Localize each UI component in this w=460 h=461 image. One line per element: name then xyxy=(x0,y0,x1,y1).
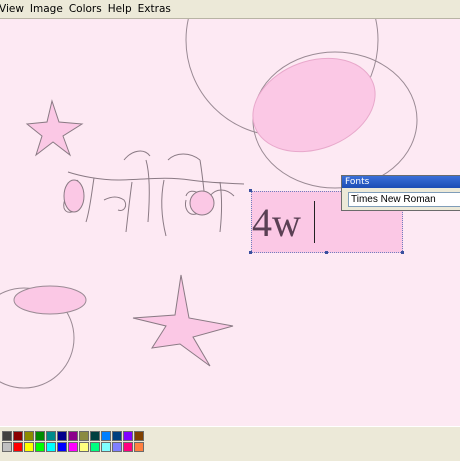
color-swatch[interactable] xyxy=(101,442,111,452)
color-palette xyxy=(0,426,460,461)
color-swatch[interactable] xyxy=(101,431,111,441)
color-swatch[interactable] xyxy=(46,431,56,441)
font-name-field[interactable]: Times New Roman xyxy=(348,192,460,207)
color-swatch[interactable] xyxy=(68,431,78,441)
color-swatch[interactable] xyxy=(90,431,100,441)
resize-handle-tl[interactable] xyxy=(249,189,252,192)
pink-ellipse-shape xyxy=(252,57,376,153)
color-swatch[interactable] xyxy=(79,442,89,452)
handwriting-strokes xyxy=(63,150,245,237)
color-swatch[interactable] xyxy=(79,431,89,441)
color-swatch[interactable] xyxy=(123,431,133,441)
color-swatch[interactable] xyxy=(68,442,78,452)
color-swatch[interactable] xyxy=(2,442,12,452)
resize-handle-br[interactable] xyxy=(401,251,404,254)
small-star-shape xyxy=(25,99,84,157)
color-swatch[interactable] xyxy=(2,431,12,441)
color-swatch[interactable] xyxy=(35,442,45,452)
menu-view[interactable]: View xyxy=(0,3,27,15)
menu-bar: View Image Colors Help Extras xyxy=(0,0,460,19)
color-swatch[interactable] xyxy=(24,431,34,441)
color-swatch[interactable] xyxy=(134,431,144,441)
color-swatch[interactable] xyxy=(57,431,67,441)
color-swatch[interactable] xyxy=(46,442,56,452)
menu-extras[interactable]: Extras xyxy=(135,3,174,15)
font-dialog: Fonts Times New Roman xyxy=(341,175,460,211)
color-swatch[interactable] xyxy=(35,431,45,441)
color-swatch[interactable] xyxy=(24,442,34,452)
color-swatch[interactable] xyxy=(13,442,23,452)
font-dialog-title[interactable]: Fonts xyxy=(342,176,460,188)
color-swatch[interactable] xyxy=(57,442,67,452)
menu-colors[interactable]: Colors xyxy=(66,3,105,15)
large-star-shape xyxy=(132,274,234,367)
color-swatch[interactable] xyxy=(90,442,100,452)
resize-handle-bm[interactable] xyxy=(325,251,328,254)
scribble-fill-right xyxy=(189,190,215,216)
color-swatch[interactable] xyxy=(112,431,122,441)
scribble-fill-left xyxy=(63,179,85,213)
menu-image[interactable]: Image xyxy=(27,3,66,15)
color-swatch[interactable] xyxy=(134,442,144,452)
color-swatch[interactable] xyxy=(123,442,133,452)
menu-help[interactable]: Help xyxy=(105,3,135,15)
text-tool-content[interactable]: 4w xyxy=(252,201,301,245)
color-swatch[interactable] xyxy=(112,442,122,452)
text-caret xyxy=(314,201,315,243)
color-swatch[interactable] xyxy=(13,431,23,441)
resize-handle-bl[interactable] xyxy=(249,251,252,254)
bottom-left-pink-ellipse xyxy=(13,285,87,315)
